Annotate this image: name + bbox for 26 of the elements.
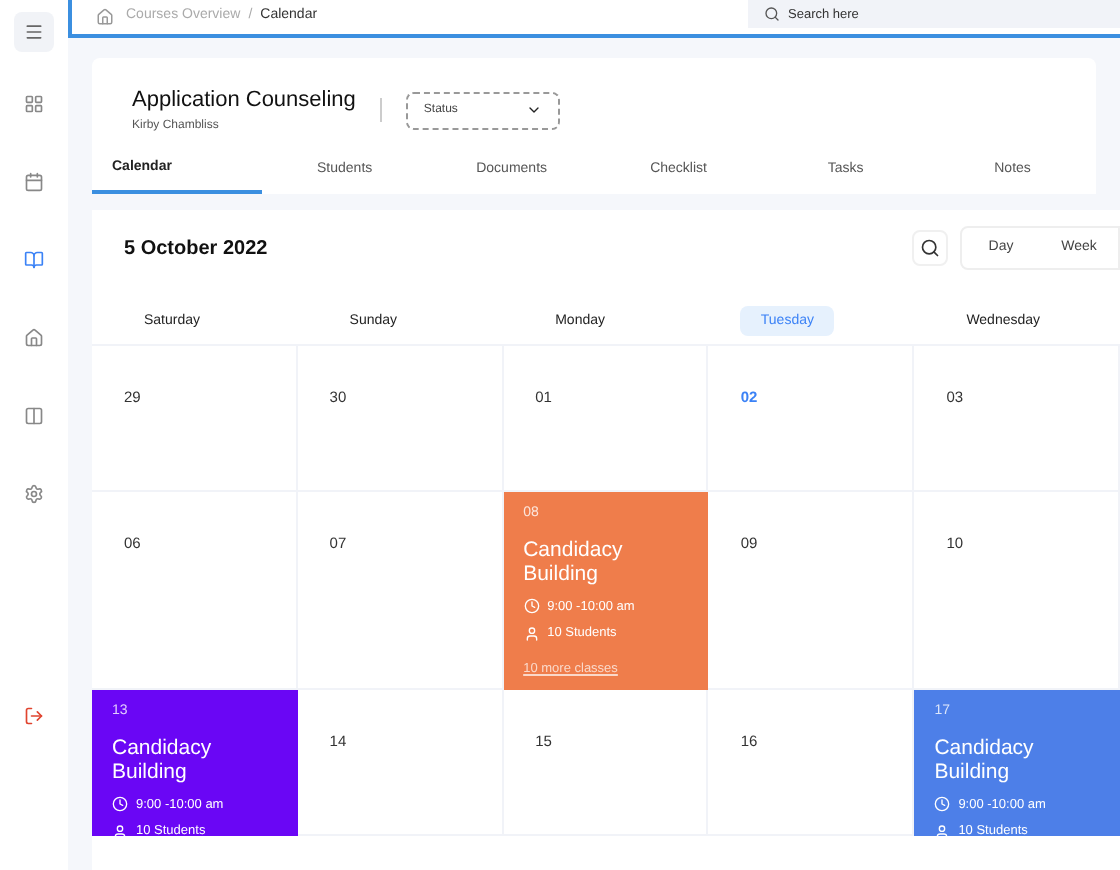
- user-icon: [523, 626, 540, 643]
- book-icon: [24, 250, 44, 270]
- calendar-icon: [24, 172, 44, 192]
- menu-button[interactable]: [14, 12, 54, 52]
- event-title: Candidacy Building: [523, 537, 625, 585]
- clock-icon: [112, 796, 128, 813]
- home-icon: [96, 8, 114, 26]
- chevron-icon: [525, 102, 542, 118]
- home-icon: [24, 328, 44, 348]
- settings-icon: [24, 484, 44, 504]
- clock-icon: [934, 796, 951, 813]
- course-title: Application Counseling: [132, 86, 356, 117]
- menu-icon: [24, 22, 44, 42]
- clock-icon: [523, 598, 540, 615]
- user-icon: [112, 824, 128, 836]
- columns-icon: [24, 406, 44, 426]
- search-icon: [920, 238, 940, 258]
- logout-button[interactable]: [24, 706, 44, 726]
- calendar-title: 5 October 2022: [124, 235, 268, 263]
- search-icon: [764, 6, 780, 22]
- event-title: Candidacy Building: [112, 735, 214, 783]
- event-title: Candidacy Building: [934, 735, 1036, 783]
- logout-icon: [24, 706, 44, 726]
- user-icon: [934, 824, 951, 836]
- search-button[interactable]: [912, 230, 948, 266]
- grid-icon: [24, 94, 44, 114]
